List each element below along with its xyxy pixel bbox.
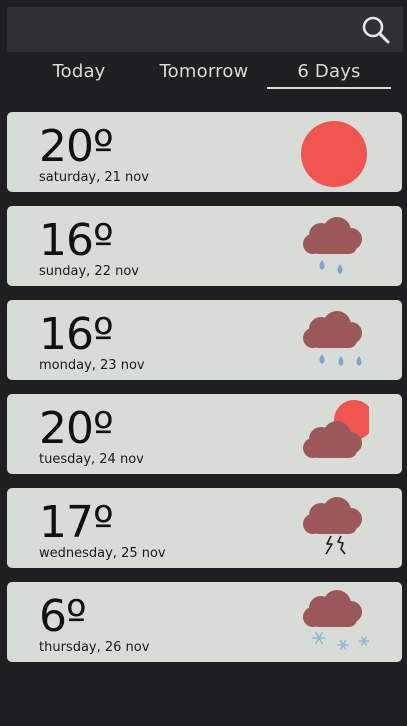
- tab-6-days[interactable]: 6 Days: [267, 56, 391, 88]
- tab-tomorrow[interactable]: Tomorrow: [141, 56, 267, 88]
- forecast-date: monday, 23 nov: [39, 358, 145, 373]
- search-icon: [362, 16, 390, 44]
- sun-icon: [301, 121, 367, 187]
- thunderstorm-cloud-icon: [303, 497, 362, 555]
- forecast-date: wednesday, 25 nov: [39, 546, 166, 561]
- rain-cloud-icon: [303, 217, 362, 274]
- forecast-card[interactable]: 17º wednesday, 25 nov: [7, 488, 402, 568]
- forecast-date: sunday, 22 nov: [39, 264, 139, 279]
- tab-today[interactable]: Today: [16, 56, 142, 88]
- active-tab-indicator: [267, 87, 391, 89]
- forecast-date: tuesday, 24 nov: [39, 452, 144, 467]
- forecast-card[interactable]: 20º saturday, 21 nov: [7, 112, 402, 192]
- partly-cloudy-icon: [303, 400, 369, 458]
- forecast-date: thursday, 26 nov: [39, 640, 150, 655]
- weather-app: Today Tomorrow 6 Days 20º saturday, 21 n…: [0, 0, 407, 726]
- forecast-card[interactable]: 6º thursday, 26 nov: [7, 582, 402, 662]
- temperature: 17º: [39, 497, 114, 548]
- forecast-card[interactable]: 16º monday, 23 nov: [7, 300, 402, 380]
- temperature: 20º: [39, 403, 114, 454]
- forecast-card[interactable]: 20º tuesday, 24 nov: [7, 394, 402, 474]
- temperature: 16º: [39, 215, 114, 266]
- temperature: 16º: [39, 309, 114, 360]
- snow-cloud-icon: [303, 590, 369, 651]
- temperature: 6º: [39, 591, 87, 642]
- temperature: 20º: [39, 121, 114, 172]
- tab-bar: Today Tomorrow 6 Days: [0, 56, 407, 90]
- forecast-card[interactable]: 16º sunday, 22 nov: [7, 206, 402, 286]
- forecast-date: saturday, 21 nov: [39, 170, 149, 185]
- search-bar[interactable]: [7, 7, 403, 52]
- search-button[interactable]: [361, 15, 391, 45]
- heavy-rain-cloud-icon: [303, 311, 362, 366]
